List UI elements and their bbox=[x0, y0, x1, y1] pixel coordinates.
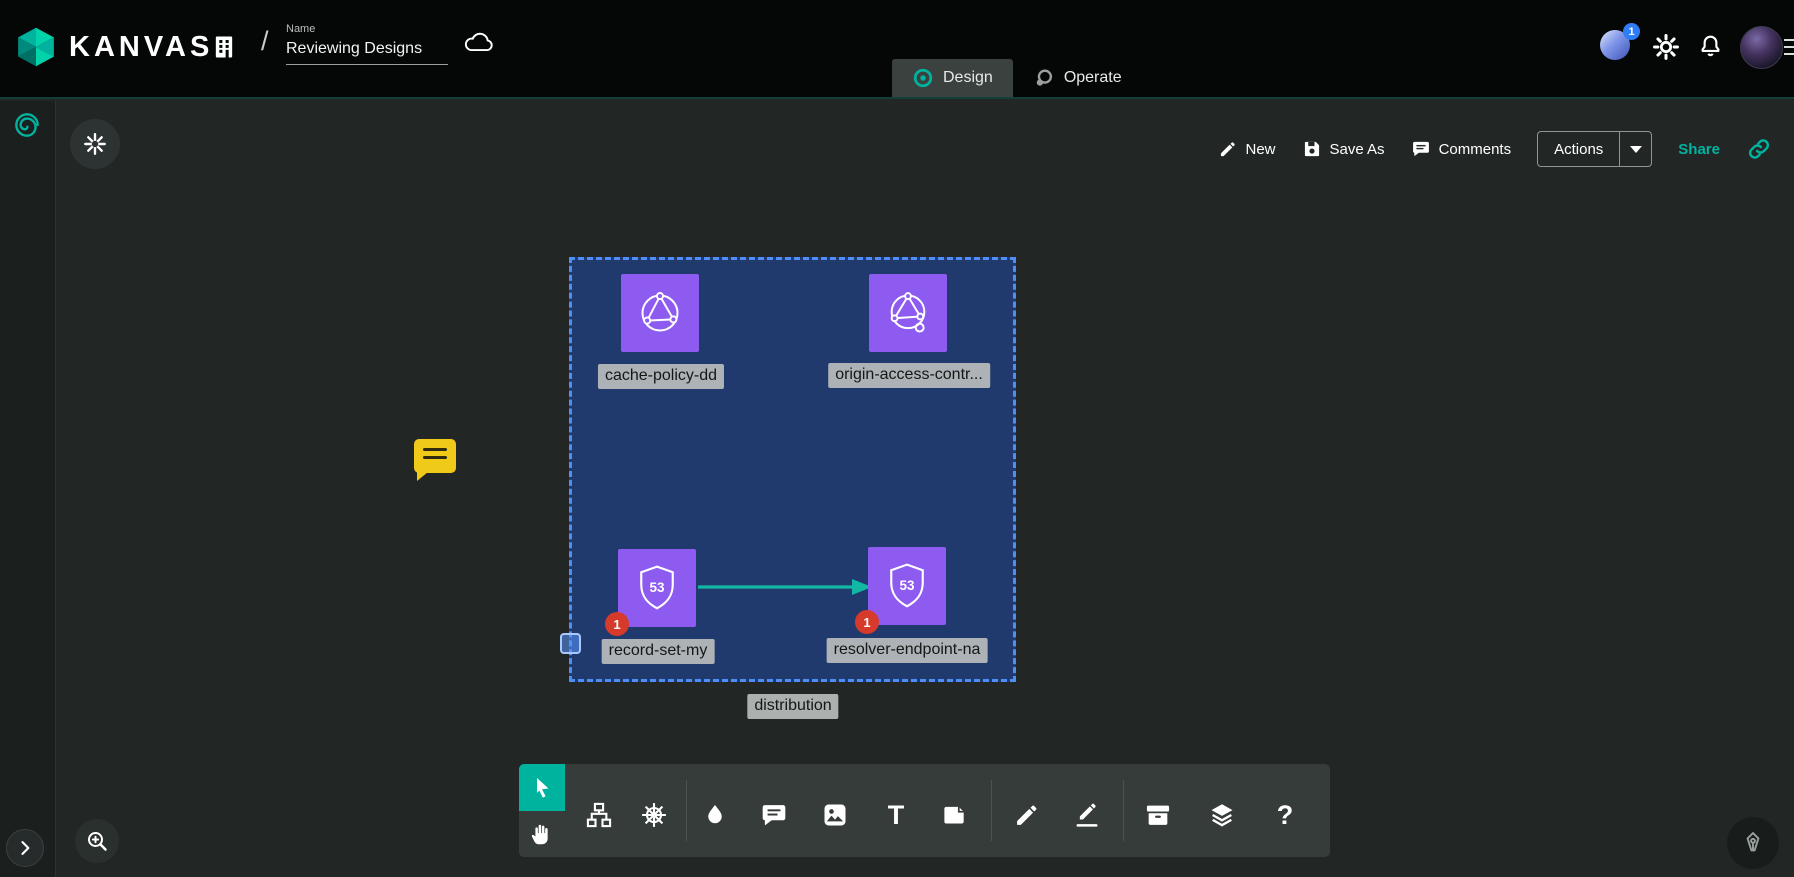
canvas-action-bar: New Save As Comments bbox=[1218, 130, 1773, 168]
canvas-menu-button[interactable] bbox=[70, 119, 120, 169]
settings-gear-icon[interactable] bbox=[1652, 33, 1680, 61]
pencil-icon bbox=[1218, 139, 1238, 159]
app-logo[interactable]: KANVAS bbox=[14, 25, 213, 69]
sidebar-expand-button[interactable] bbox=[6, 829, 44, 867]
components-drawer-icon[interactable] bbox=[1140, 797, 1176, 833]
brand-name: KANVAS bbox=[69, 31, 213, 64]
bottom-toolbar: T bbox=[519, 764, 1330, 857]
actions-label[interactable]: Actions bbox=[1538, 132, 1619, 166]
comment-icon bbox=[1411, 139, 1431, 159]
helm-wheel-icon[interactable] bbox=[636, 797, 672, 833]
comments-label: Comments bbox=[1439, 141, 1512, 158]
save-as-button[interactable]: Save As bbox=[1302, 139, 1385, 159]
breadcrumb-separator: / bbox=[261, 26, 269, 57]
toolbar-divider bbox=[686, 780, 687, 841]
comments-button[interactable]: Comments bbox=[1411, 139, 1512, 159]
save-as-label: Save As bbox=[1330, 141, 1385, 158]
text-tool-icon[interactable]: T bbox=[878, 797, 914, 833]
route53-shield-icon: 53 bbox=[630, 561, 684, 615]
layers-icon[interactable] bbox=[1204, 797, 1240, 833]
route53-number: 53 bbox=[899, 578, 915, 593]
node-label[interactable]: record-set-my bbox=[602, 639, 715, 664]
operate-tab-icon bbox=[1033, 67, 1055, 89]
comment-marker[interactable] bbox=[414, 439, 456, 473]
error-badge[interactable]: 1 bbox=[855, 610, 879, 634]
chevron-down-icon bbox=[1630, 146, 1642, 153]
media-icon[interactable] bbox=[817, 797, 853, 833]
new-label: New bbox=[1246, 141, 1276, 158]
collaborator-count-badge: 1 bbox=[1623, 23, 1640, 40]
edit-tool-icon[interactable] bbox=[1069, 797, 1105, 833]
design-tab-icon bbox=[912, 67, 934, 89]
edge-arrow[interactable] bbox=[696, 577, 878, 597]
comment-tool-icon[interactable] bbox=[756, 797, 792, 833]
node-record-set[interactable]: 53 1 bbox=[618, 549, 696, 627]
left-sidebar bbox=[0, 101, 56, 877]
help-icon[interactable]: ? bbox=[1267, 797, 1303, 833]
organization-icon[interactable] bbox=[210, 32, 238, 62]
zoom-button[interactable] bbox=[75, 819, 119, 863]
actions-dropdown[interactable]: Actions bbox=[1537, 131, 1652, 167]
node-origin-access-control[interactable] bbox=[869, 274, 947, 352]
error-badge[interactable]: 1 bbox=[605, 612, 629, 636]
assistant-button[interactable] bbox=[1727, 817, 1779, 869]
node-cache-policy[interactable] bbox=[621, 274, 699, 352]
design-name-field: Name bbox=[286, 23, 448, 65]
new-button[interactable]: New bbox=[1218, 139, 1276, 159]
node-label[interactable]: origin-access-contr... bbox=[828, 363, 990, 388]
share-button[interactable]: Share bbox=[1678, 141, 1720, 158]
node-label[interactable]: cache-policy-dd bbox=[598, 364, 724, 389]
route53-shield-icon: 53 bbox=[880, 559, 934, 613]
menu-icon[interactable] bbox=[1784, 39, 1794, 60]
cursor-tool[interactable] bbox=[519, 764, 565, 811]
selection-handle[interactable] bbox=[560, 633, 581, 654]
cloudfront-globe-icon bbox=[880, 285, 936, 341]
design-canvas[interactable]: New Save As Comments bbox=[56, 101, 1794, 877]
tab-design[interactable]: Design bbox=[892, 59, 1013, 97]
notifications-bell-icon[interactable] bbox=[1697, 32, 1724, 61]
operate-tab-label: Operate bbox=[1064, 69, 1122, 87]
flowchart-icon[interactable] bbox=[581, 797, 617, 833]
toolbar-divider bbox=[1123, 780, 1124, 841]
cloudfront-globe-icon bbox=[632, 285, 688, 341]
copy-link-icon[interactable] bbox=[1746, 136, 1772, 162]
shapes-icon[interactable] bbox=[697, 797, 733, 833]
design-name-input[interactable] bbox=[286, 37, 448, 65]
top-bar: KANVAS / Name Desig bbox=[0, 0, 1794, 99]
mode-tabs: Design Operate bbox=[892, 59, 1142, 97]
cloud-sync-icon[interactable] bbox=[462, 30, 496, 56]
user-avatar[interactable] bbox=[1740, 26, 1783, 69]
group-label[interactable]: distribution bbox=[747, 694, 838, 719]
toolbar-divider bbox=[991, 780, 992, 841]
collaborators-indicator[interactable]: 1 bbox=[1600, 30, 1632, 62]
node-resolver-endpoint[interactable]: 53 1 bbox=[868, 547, 946, 625]
route53-number: 53 bbox=[649, 580, 665, 595]
name-label: Name bbox=[286, 23, 448, 35]
meshery-spinner-icon[interactable] bbox=[11, 109, 43, 141]
tab-operate[interactable]: Operate bbox=[1013, 59, 1142, 97]
actions-caret[interactable] bbox=[1619, 132, 1651, 166]
pencil-tool-icon[interactable] bbox=[1009, 797, 1045, 833]
node-label[interactable]: resolver-endpoint-na bbox=[827, 638, 988, 663]
note-tool-icon[interactable] bbox=[937, 797, 973, 833]
kanvas-logo-icon bbox=[14, 25, 58, 69]
pan-hand-tool[interactable] bbox=[519, 811, 565, 857]
floppy-icon bbox=[1302, 139, 1322, 159]
design-tab-label: Design bbox=[943, 69, 993, 87]
